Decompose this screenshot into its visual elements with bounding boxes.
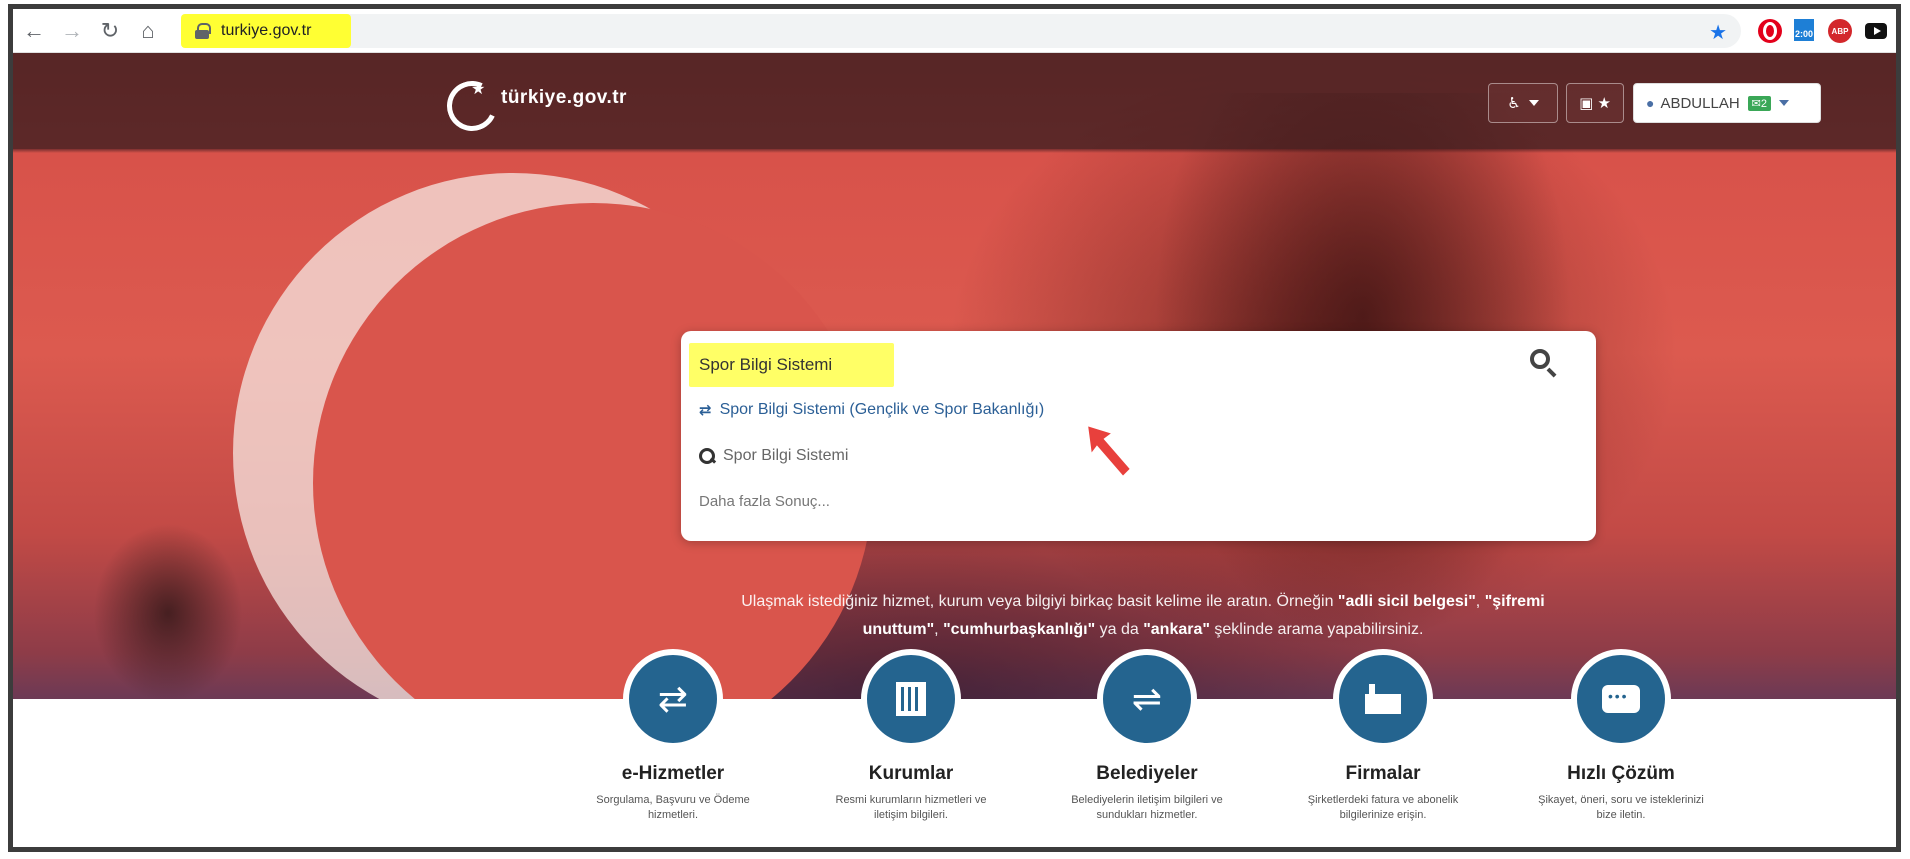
suggestion-label: Spor Bilgi Sistemi (Gençlik ve Spor Baka…	[719, 401, 1045, 418]
browser-toolbar: ← → ↻ ⌂ turkiye.gov.tr ★ 2:00 ABP	[13, 9, 1896, 53]
search-icon	[699, 448, 715, 464]
feature-title: Kurumlar	[868, 763, 954, 784]
screenshot-frame: ← → ↻ ⌂ turkiye.gov.tr ★ 2:00 ABP ★ türk…	[8, 4, 1901, 852]
user-menu-button[interactable]: ● ABDULLAH ✉2	[1633, 83, 1821, 123]
feature-title: Firmalar	[1345, 763, 1421, 784]
id-card-icon: ▣	[1579, 95, 1594, 112]
favorites-button[interactable]: ▣ ★	[1566, 83, 1624, 123]
feature-desc: Belediyelerin iletişim bilgileri ve sund…	[1071, 794, 1223, 821]
feature-title: Hızlı Çözüm	[1567, 763, 1675, 784]
factory-icon	[1333, 649, 1433, 749]
back-icon[interactable]: ←	[17, 14, 51, 48]
site-logo[interactable]: türkiye.gov.tr	[445, 75, 627, 121]
user-icon: ●	[1646, 95, 1655, 111]
star-icon: ★	[1597, 95, 1611, 112]
more-results-label: Daha fazla Sonuç...	[699, 493, 830, 510]
user-name: ABDULLAH	[1660, 94, 1740, 112]
accessibility-button[interactable]: ♿	[1488, 83, 1558, 123]
bookmark-star-icon[interactable]: ★	[1709, 20, 1727, 45]
search-input-highlight	[689, 343, 894, 387]
reload-icon[interactable]: ↻	[93, 14, 127, 48]
building-icon	[861, 649, 961, 749]
opera-extension-icon[interactable]	[1758, 19, 1782, 43]
home-icon[interactable]: ⌂	[131, 14, 165, 48]
feature-belediyeler[interactable]: ⇌ Belediyeler Belediyelerin iletişim bil…	[1057, 649, 1237, 823]
adblock-extension-icon[interactable]: ABP	[1828, 19, 1852, 43]
feature-desc: Şikayet, öneri, soru ve isteklerinizi bi…	[1538, 794, 1704, 821]
logo-text: türkiye.gov.tr	[501, 87, 627, 108]
page-content: türkiye.gov.tr ♿ ▣ ★ ● ABDULLAH ✉2 ⇄ Spo…	[13, 53, 1896, 847]
url-highlight: turkiye.gov.tr	[181, 14, 351, 48]
address-bar[interactable]: turkiye.gov.tr ★	[181, 14, 1741, 48]
wheelchair-icon: ♿	[1507, 95, 1521, 112]
refresh-icon: ⇄	[623, 649, 723, 749]
youtube-extension-icon[interactable]	[1865, 23, 1887, 39]
feature-desc: Şirketlerdeki fatura ve abonelik bilgile…	[1307, 794, 1459, 821]
clock-badge: 2:00	[1794, 27, 1814, 41]
signpost-icon: ⇌	[1097, 649, 1197, 749]
suggestion-item[interactable]: ⇄ Spor Bilgi Sistemi (Gençlik ve Spor Ba…	[699, 401, 1044, 419]
chevron-down-icon	[1528, 100, 1539, 106]
feature-title: Belediyeler	[1096, 763, 1198, 784]
forward-icon[interactable]: →	[55, 14, 89, 48]
feature-title: e-Hizmetler	[621, 763, 725, 784]
refresh-icon: ⇄	[699, 402, 712, 419]
url-text[interactable]: turkiye.gov.tr	[221, 22, 311, 40]
annotation-arrow-icon	[1085, 423, 1133, 479]
suggestion-item[interactable]: Spor Bilgi Sistemi	[699, 447, 848, 465]
lock-icon[interactable]	[195, 23, 211, 39]
mail-badge: ✉2	[1747, 95, 1772, 111]
logo-crescent-icon	[445, 75, 499, 121]
soldier-silhouette-left	[93, 523, 243, 703]
more-results-link[interactable]: Daha fazla Sonuç...	[699, 493, 830, 510]
search-hint: Ulaşmak istediğiniz hizmet, kurum veya b…	[741, 593, 1545, 638]
feature-kurumlar[interactable]: Kurumlar Resmi kurumların hizmetleri ve …	[821, 649, 1001, 823]
chevron-down-icon	[1779, 100, 1790, 106]
feature-hizli-cozum[interactable]: Hızlı Çözüm Şikayet, öneri, soru ve iste…	[1531, 649, 1711, 823]
feature-desc: Sorgulama, Başvuru ve Ödeme hizmetleri.	[596, 794, 750, 821]
feature-firmalar[interactable]: Firmalar Şirketlerdeki fatura ve aboneli…	[1293, 649, 1473, 823]
chat-icon	[1571, 649, 1671, 749]
feature-desc: Resmi kurumların hizmetleri ve iletişim …	[835, 794, 987, 821]
feature-e-hizmetler[interactable]: ⇄ e-Hizmetler Sorgulama, Başvuru ve Ödem…	[583, 649, 763, 823]
calendar-extension-icon[interactable]: 2:00	[1791, 17, 1817, 43]
search-icon[interactable]	[1526, 345, 1560, 379]
suggestion-label: Spor Bilgi Sistemi	[723, 447, 849, 464]
search-input[interactable]	[699, 349, 889, 381]
